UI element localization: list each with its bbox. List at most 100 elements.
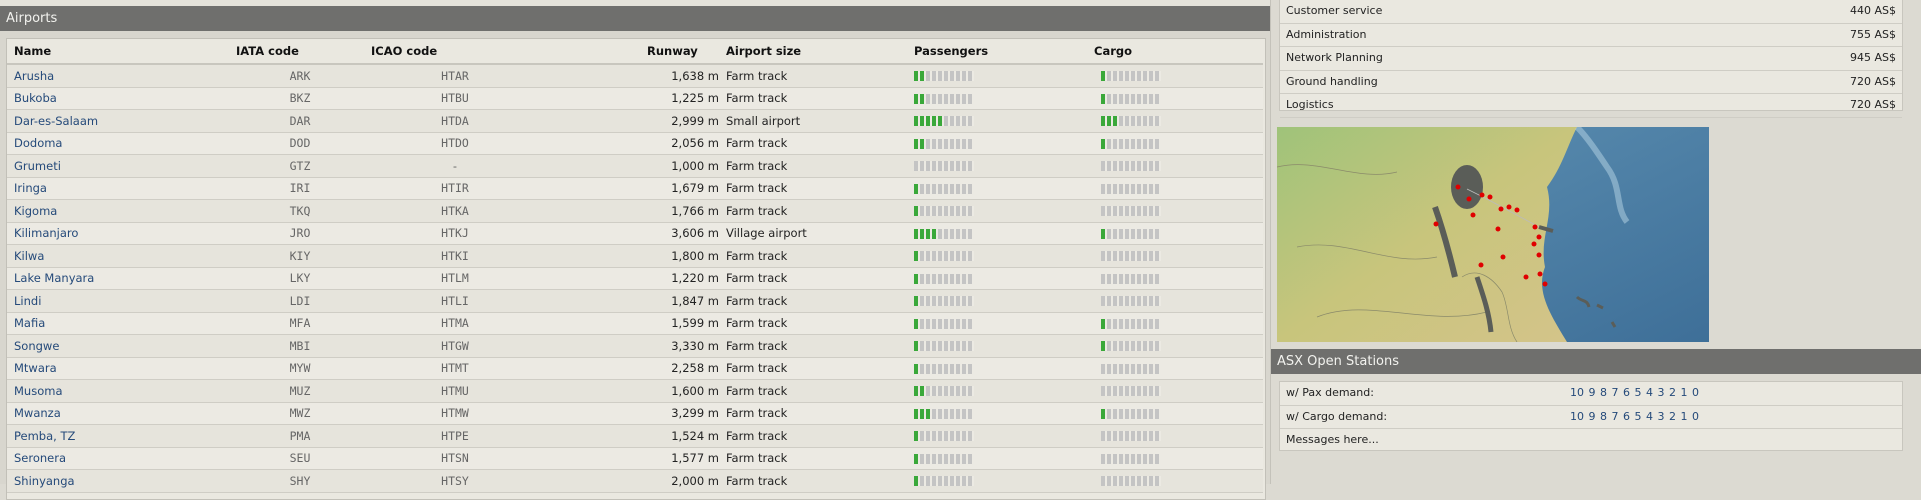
cargo-demand-meter-cell xyxy=(1094,289,1263,313)
passenger-demand-meter-fill xyxy=(914,206,920,217)
cargo-demand-meter-fill xyxy=(1101,93,1107,104)
cargo-demand-link-5[interactable]: 5 xyxy=(1635,410,1642,423)
pax-demand-label: w/ Pax demand: xyxy=(1286,386,1374,399)
airport-name-link[interactable]: Bukoba xyxy=(7,87,229,110)
table-row[interactable]: Musoma MUZ HTMU 1,600 m Farm track xyxy=(7,379,1263,403)
table-row[interactable]: Pemba, TZ PMA HTPE 1,524 m Farm track xyxy=(7,424,1263,448)
table-header-row: Name IATA code ICAO code Runway Airport size… xyxy=(7,39,1263,65)
airport-name-link[interactable]: Shinyanga xyxy=(7,469,229,493)
airports-table-container[interactable]: Name IATA code ICAO code Runway Airport size… xyxy=(6,38,1266,500)
passenger-demand-meter-cell xyxy=(914,267,1094,290)
airport-name-link[interactable]: Dar-es-Salaam xyxy=(7,109,229,133)
column-header-icao-code[interactable]: ICAO code xyxy=(364,39,539,65)
table-row[interactable]: Kilimanjaro JRO HTKJ 3,606 m Village airport xyxy=(7,222,1263,245)
runway-length: 1,847 m xyxy=(539,289,719,313)
fee-value: 755 AS$ xyxy=(1850,27,1896,41)
airport-size: Farm track xyxy=(719,379,914,403)
table-row[interactable]: Lindi LDI HTLI 1,847 m Farm track xyxy=(7,289,1263,313)
pax-demand-link-9[interactable]: 9 xyxy=(1589,386,1596,399)
cargo-demand-link-7[interactable]: 7 xyxy=(1612,410,1619,423)
passenger-demand-meter-cell xyxy=(914,357,1094,380)
pax-demand-link-4[interactable]: 4 xyxy=(1646,386,1653,399)
pax-demand-link-0[interactable]: 0 xyxy=(1692,386,1699,399)
pax-demand-link-3[interactable]: 3 xyxy=(1658,386,1665,399)
table-row[interactable]: Bukoba BKZ HTBU 1,225 m Farm track xyxy=(7,87,1263,110)
pax-demand-link-5[interactable]: 5 xyxy=(1635,386,1642,399)
table-row[interactable]: Iringa IRI HTIR 1,679 m Farm track xyxy=(7,177,1263,200)
table-row[interactable]: Shinyanga SHY HTSY 2,000 m Farm track xyxy=(7,469,1263,493)
cargo-demand-link-1[interactable]: 1 xyxy=(1681,410,1688,423)
asx-open-stations-header: ASX Open Stations xyxy=(1271,349,1921,374)
pax-demand-link-1[interactable]: 1 xyxy=(1681,386,1688,399)
table-row[interactable]: Dodoma DOD HTDO 2,056 m Farm track xyxy=(7,132,1263,155)
passenger-demand-meter-cell xyxy=(914,64,1094,88)
icao-code: HTBU xyxy=(364,87,539,110)
route-map[interactable] xyxy=(1277,127,1709,342)
cargo-demand-link-2[interactable]: 2 xyxy=(1669,410,1676,423)
airport-name-link[interactable]: Lake Manyara xyxy=(7,267,229,290)
iata-code: MYW xyxy=(229,357,364,380)
table-row[interactable]: Kigoma TKQ HTKA 1,766 m Farm track xyxy=(7,199,1263,223)
asx-open-stations-box: w/ Pax demand: 10 9 8 7 6 5 4 3 2 1 0 w/… xyxy=(1279,381,1903,451)
airports-header: Airports xyxy=(0,6,1270,31)
cargo-demand-meter-cell xyxy=(1094,87,1263,110)
airport-name-link[interactable]: Lindi xyxy=(7,289,229,313)
pax-demand-link-2[interactable]: 2 xyxy=(1669,386,1676,399)
column-header-name[interactable]: Name xyxy=(7,39,229,65)
airport-name-link[interactable]: Dodoma xyxy=(7,132,229,155)
table-row[interactable]: Mafia MFA HTMA 1,599 m Farm track xyxy=(7,312,1263,335)
passenger-demand-meter-fill xyxy=(914,408,932,419)
passenger-demand-meter xyxy=(914,71,974,82)
table-row[interactable]: Kilwa KIY HTKI 1,800 m Farm track xyxy=(7,244,1263,268)
airport-name-link[interactable]: Seronera xyxy=(7,447,229,470)
cargo-demand-link-0[interactable]: 0 xyxy=(1692,410,1699,423)
pax-demand-link-10[interactable]: 10 xyxy=(1570,386,1584,399)
table-row[interactable]: Dar-es-Salaam DAR HTDA 2,999 m Small airport xyxy=(7,109,1263,133)
pax-demand-link-7[interactable]: 7 xyxy=(1612,386,1619,399)
table-row[interactable]: Arusha ARK HTAR 1,638 m Farm track xyxy=(7,64,1263,88)
passenger-demand-meter-fill xyxy=(914,116,944,127)
column-header-airport-size[interactable]: Airport size xyxy=(719,39,914,65)
passenger-demand-meter xyxy=(914,273,974,284)
column-header-passengers[interactable]: Passengers xyxy=(914,39,1094,65)
airport-size: Farm track xyxy=(719,87,914,110)
column-header-runway[interactable]: Runway xyxy=(539,39,719,65)
airport-name-link[interactable]: Grumeti xyxy=(7,154,229,178)
tanzania-map-icon xyxy=(1277,127,1709,342)
airport-name-link[interactable]: Kigoma xyxy=(7,199,229,223)
cargo-demand-link-9[interactable]: 9 xyxy=(1589,410,1596,423)
airport-name-link[interactable]: Pemba, TZ xyxy=(7,424,229,448)
passenger-demand-meter xyxy=(914,386,974,397)
cargo-demand-link-10[interactable]: 10 xyxy=(1570,410,1584,423)
airport-name-link[interactable]: Iringa xyxy=(7,177,229,200)
pax-demand-link-8[interactable]: 8 xyxy=(1600,386,1607,399)
cargo-demand-link-6[interactable]: 6 xyxy=(1623,410,1630,423)
table-row[interactable]: Mwanza MWZ HTMW 3,299 m Farm track xyxy=(7,402,1263,425)
cargo-demand-link-4[interactable]: 4 xyxy=(1646,410,1653,423)
airport-name-link[interactable]: Songwe xyxy=(7,334,229,358)
table-row[interactable]: Mtwara MYW HTMT 2,258 m Farm track xyxy=(7,357,1263,380)
passenger-demand-meter xyxy=(914,228,974,239)
airport-name-link[interactable]: Musoma xyxy=(7,379,229,403)
airport-name-link[interactable]: Mtwara xyxy=(7,357,229,380)
airport-name-link[interactable]: Kilwa xyxy=(7,244,229,268)
cargo-demand-link-3[interactable]: 3 xyxy=(1658,410,1665,423)
iata-code: TKQ xyxy=(229,199,364,223)
cargo-demand-meter xyxy=(1101,431,1161,442)
table-row[interactable]: Seronera SEU HTSN 1,577 m Farm track xyxy=(7,447,1263,470)
cargo-demand-meter xyxy=(1101,318,1161,329)
airport-name-link[interactable]: Arusha xyxy=(7,64,229,88)
pax-demand-link-6[interactable]: 6 xyxy=(1623,386,1630,399)
cargo-demand-link-8[interactable]: 8 xyxy=(1600,410,1607,423)
airport-name-link[interactable]: Mafia xyxy=(7,312,229,335)
passenger-demand-meter-fill xyxy=(914,273,920,284)
table-row[interactable]: Lake Manyara LKY HTLM 1,220 m Farm track xyxy=(7,267,1263,290)
airport-name-link[interactable]: Mwanza xyxy=(7,402,229,425)
icao-code: HTDO xyxy=(364,132,539,155)
table-row[interactable]: Grumeti GTZ -1,000 m Farm track xyxy=(7,154,1263,178)
airport-name-link[interactable]: Kilimanjaro xyxy=(7,222,229,245)
fee-label: Ground handling xyxy=(1286,74,1378,88)
column-header-cargo[interactable]: Cargo xyxy=(1094,39,1263,65)
column-header-iata-code[interactable]: IATA code xyxy=(229,39,364,65)
table-row[interactable]: Songwe MBI HTGW 3,330 m Farm track xyxy=(7,334,1263,358)
